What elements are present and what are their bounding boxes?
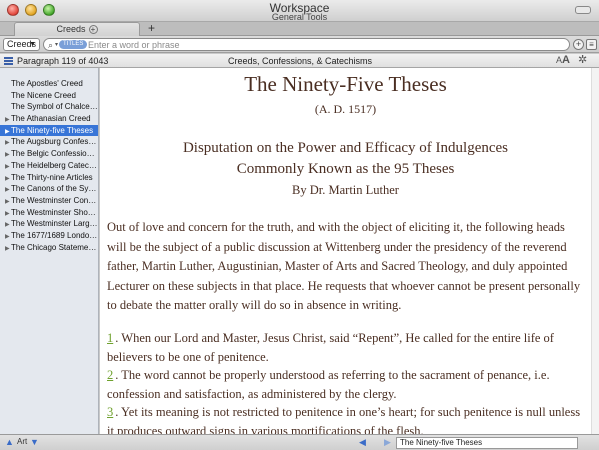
triangle-down-icon[interactable]: ▼ xyxy=(30,437,39,447)
sidebar-item-label: The Athanasian Creed xyxy=(11,114,91,124)
sidebar-item-label: The Thirty-nine Articles xyxy=(11,172,93,182)
sidebar-list: The Apostles' Creed The Nicene Creed The S… xyxy=(0,68,98,253)
document-subtitle-line1: Disputation on the Power and Efficacy of… xyxy=(182,140,509,156)
thesis-paragraph: 3. Yet its meaning is not restricted to … xyxy=(107,403,585,434)
back-arrow-icon[interactable]: ◀ xyxy=(359,437,366,448)
sidebar-item[interactable]: ▶The Ninety-five Theses xyxy=(0,124,98,137)
filter-label[interactable]: Art xyxy=(17,437,27,446)
sidebar-item-label: The Symbol of Chalcedon xyxy=(11,102,98,112)
search-icon[interactable]: ⌕ xyxy=(48,40,53,50)
sidebar-item[interactable]: ▶The Heidelberg Catechism xyxy=(0,160,98,172)
sidebar-item[interactable]: The Apostles' Creed xyxy=(0,78,98,90)
new-tab-button[interactable]: + xyxy=(148,22,155,35)
thesis-number-link[interactable]: 3 xyxy=(107,405,113,419)
sidebar-item[interactable]: ▶The Belgic Confession o... xyxy=(0,148,98,160)
search-input[interactable] xyxy=(88,39,558,50)
menu-icon[interactable]: ≡ xyxy=(586,39,597,50)
document-heading: The Ninety-Five Theses xyxy=(244,72,447,96)
status-bar: ▲ Art ▼ ◀ ▶ The Ninety-five Theses xyxy=(0,434,599,450)
sidebar-item-label: The Westminster Confe... xyxy=(11,195,98,205)
sidebar-item-label: The Ninety-five Theses xyxy=(11,125,94,135)
window-titlebar: Workspace General Tools xyxy=(0,0,599,22)
sidebar-item[interactable]: The Symbol of Chalcedon xyxy=(0,101,98,113)
font-size-control[interactable]: AA xyxy=(556,54,570,67)
document-author: By Dr. Martin Luther xyxy=(292,183,399,197)
document-title: Creeds, Confessions, & Catechisms xyxy=(227,56,373,66)
search-scope-chip[interactable]: TITLES xyxy=(59,40,88,49)
sidebar-item-label: The Heidelberg Catechism xyxy=(11,160,98,170)
sidebar-item[interactable]: ▶The Thirty-nine Articles xyxy=(0,172,98,184)
sidebar-item[interactable]: ▶The Canons of the Syno... xyxy=(0,183,98,195)
document-content: The Ninety-Five Theses (A. D. 1517) Disp… xyxy=(100,68,591,434)
thesis-text: . The word cannot be properly understood… xyxy=(107,368,550,401)
tab-bar: Creeds + + xyxy=(0,22,599,36)
document-header: Paragraph 119 of 4043 Creeds, Confession… xyxy=(0,54,599,68)
sidebar-item-label: The Apostles' Creed xyxy=(11,79,83,88)
document-intro: Out of love and concern for the truth, a… xyxy=(107,220,581,312)
search-options-chevron-icon[interactable]: ▾ xyxy=(55,40,58,50)
thesis-paragraph: 1. When our Lord and Master, Jesus Chris… xyxy=(107,329,585,366)
search-field[interactable]: ⌕ ▾ TITLES xyxy=(43,38,570,51)
sidebar-item[interactable]: ▶The Athanasian Creed xyxy=(0,113,98,125)
sidebar-item-label: The Westminster Larger... xyxy=(11,219,98,229)
table-of-contents-icon[interactable] xyxy=(4,57,13,65)
sidebar-item-label: The Belgic Confession o... xyxy=(11,149,98,159)
forward-arrow-icon[interactable]: ▶ xyxy=(384,437,391,448)
resource-select[interactable]: Creeds ▼ xyxy=(3,38,40,51)
sidebar-item[interactable]: ▶The Chicago Statement... xyxy=(0,242,98,254)
sidebar-item[interactable]: The Nicene Creed xyxy=(0,90,98,102)
thesis-number-link[interactable]: 2 xyxy=(107,368,113,382)
tab-add-icon[interactable]: + xyxy=(88,25,98,35)
document-date: (A. D. 1517) xyxy=(314,102,377,116)
toolbar-toggle-button[interactable] xyxy=(575,6,591,14)
sidebar-item-label: The Augsburg Confession xyxy=(11,137,98,147)
tab-creeds[interactable]: Creeds + xyxy=(14,22,140,36)
chevron-down-icon: ▼ xyxy=(29,41,36,48)
sidebar-item[interactable]: ▶The Westminster Larger... xyxy=(0,218,98,230)
document-subtitle-line2: Commonly Known as the 95 Theses xyxy=(236,161,455,177)
sidebar-item-label: The Westminster Shorte... xyxy=(11,207,98,217)
sidebar-item-label: The Nicene Creed xyxy=(11,90,76,100)
sidebar-item-label: The Chicago Statement... xyxy=(11,242,98,252)
thesis-text: . When our Lord and Master, Jesus Christ… xyxy=(107,331,554,364)
font-larger-icon[interactable]: A xyxy=(562,54,570,66)
thesis-paragraph: 2. The word cannot be properly understoo… xyxy=(107,366,585,403)
sidebar-item[interactable]: ▶The Augsburg Confession xyxy=(0,136,98,148)
sidebar-item-label: The 1677/1689 London... xyxy=(11,230,98,240)
location-field[interactable]: The Ninety-five Theses xyxy=(396,437,578,449)
thesis-text: . Yet its meaning is not restricted to p… xyxy=(107,405,581,434)
toolbar: Creeds ▼ ⌕ ▾ TITLES + ≡ xyxy=(0,36,599,53)
gear-icon[interactable]: ✲ xyxy=(578,54,587,67)
sidebar: The Apostles' Creed The Nicene Creed The S… xyxy=(0,68,99,434)
sidebar-item[interactable]: ▶The 1677/1689 London... xyxy=(0,230,98,242)
window-subtitle: General Tools xyxy=(271,12,328,22)
add-circle-icon[interactable]: + xyxy=(573,39,584,50)
sidebar-item[interactable]: ▶The Westminster Shorte... xyxy=(0,207,98,219)
sidebar-item-label: The Canons of the Syno... xyxy=(11,184,98,194)
thesis-number-link[interactable]: 1 xyxy=(107,331,113,345)
content-scrollbar[interactable] xyxy=(591,68,599,434)
tab-label: Creeds xyxy=(56,24,86,34)
sidebar-item[interactable]: ▶The Westminster Confe... xyxy=(0,195,98,207)
paragraph-info: Paragraph 119 of 4043 xyxy=(17,56,109,66)
triangle-up-icon[interactable]: ▲ xyxy=(5,437,14,447)
